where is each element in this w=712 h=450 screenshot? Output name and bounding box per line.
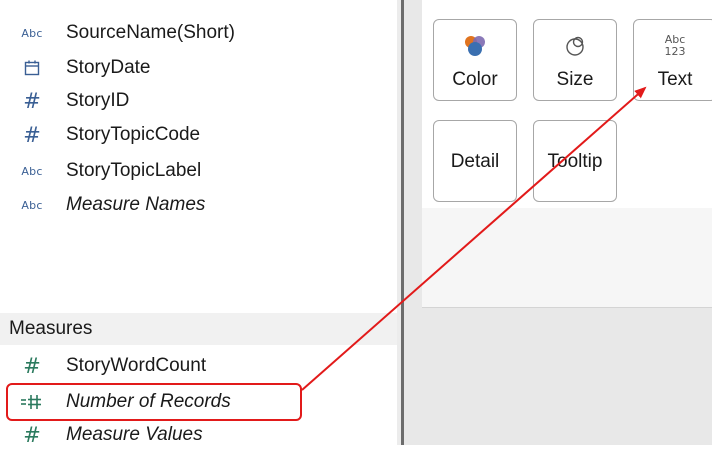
detail-mark-button[interactable]: Detail bbox=[433, 120, 517, 202]
measures-header-label: Measures bbox=[9, 318, 93, 339]
field-story-word-count[interactable]: # StoryWordCount bbox=[0, 351, 390, 381]
hash-icon: # bbox=[23, 122, 41, 147]
text-mark-button[interactable]: Abc 123 Text bbox=[633, 19, 712, 101]
color-mark-button[interactable]: Color bbox=[433, 19, 517, 101]
marks-card-drop-area[interactable] bbox=[422, 208, 712, 307]
field-story-date[interactable]: StoryDate bbox=[0, 53, 390, 83]
field-label: StoryWordCount bbox=[66, 355, 207, 376]
field-label: Measure Values bbox=[66, 424, 203, 445]
mark-label: Detail bbox=[450, 151, 500, 172]
marks-area: Color Size Abc 123 Text Detail Tooltip bbox=[404, 0, 712, 445]
color-circles-icon bbox=[434, 34, 516, 58]
mark-label: Color bbox=[452, 69, 498, 90]
calendar-icon bbox=[17, 53, 47, 83]
tooltip-mark-button[interactable]: Tooltip bbox=[533, 120, 617, 202]
field-measure-names[interactable]: Abc Measure Names bbox=[0, 190, 390, 220]
size-mark-button[interactable]: Size bbox=[533, 19, 617, 101]
number-of-records-highlight bbox=[6, 383, 302, 421]
abc-123-icon: Abc 123 bbox=[664, 33, 686, 58]
field-source-name-short[interactable]: Abc SourceName(Short) bbox=[0, 18, 390, 48]
field-label: StoryID bbox=[66, 90, 130, 111]
field-label: Measure Names bbox=[66, 194, 206, 215]
mark-label: Text bbox=[657, 69, 693, 90]
field-story-topic-code[interactable]: # StoryTopicCode bbox=[0, 120, 390, 150]
mark-label: Size bbox=[556, 69, 594, 90]
field-story-id[interactable]: # StoryID bbox=[0, 86, 390, 116]
hash-icon: # bbox=[23, 353, 41, 378]
field-label: StoryDate bbox=[66, 57, 151, 78]
size-circles-icon bbox=[534, 34, 616, 58]
field-story-topic-label[interactable]: Abc StoryTopicLabel bbox=[0, 156, 390, 186]
mark-label: Tooltip bbox=[547, 151, 603, 172]
hash-icon: # bbox=[23, 88, 41, 113]
field-label: StoryTopicLabel bbox=[66, 160, 202, 181]
field-label: SourceName(Short) bbox=[66, 22, 235, 43]
abc-icon: Abc bbox=[21, 164, 43, 178]
data-pane: Abc SourceName(Short) StoryDate # StoryI… bbox=[0, 0, 397, 445]
field-measure-values[interactable]: # Measure Values bbox=[0, 420, 390, 450]
measures-section-header: Measures bbox=[0, 313, 397, 345]
abc-icon: Abc bbox=[21, 26, 43, 40]
field-label: StoryTopicCode bbox=[66, 124, 201, 145]
marks-card: Color Size Abc 123 Text Detail Tooltip bbox=[422, 0, 712, 308]
abc-icon: Abc bbox=[21, 198, 43, 212]
hash-icon: # bbox=[23, 422, 41, 447]
